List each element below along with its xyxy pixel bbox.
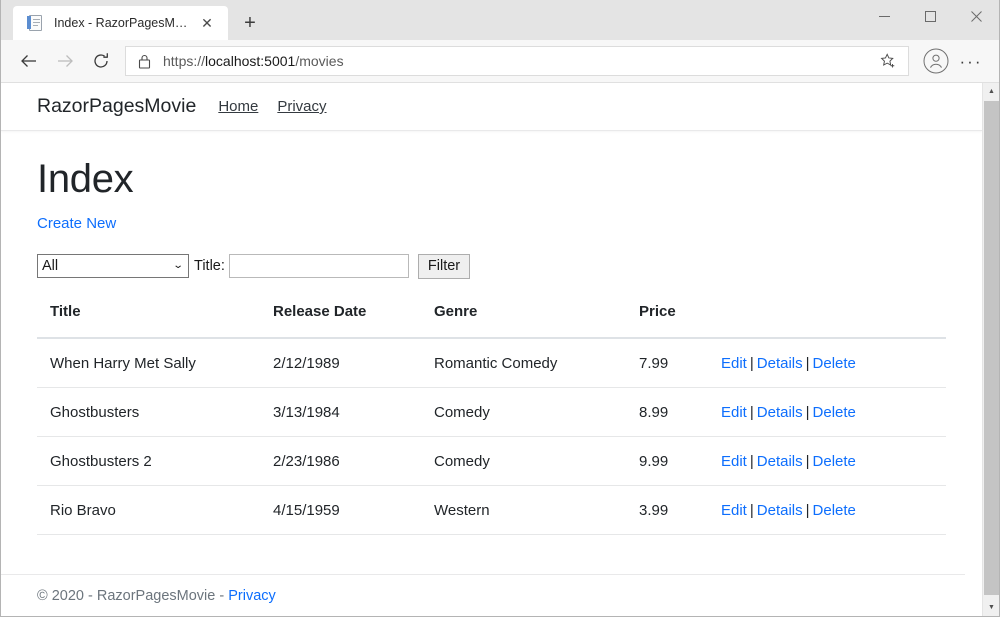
- filter-button[interactable]: Filter: [418, 254, 470, 279]
- scroll-down-arrow-icon[interactable]: ▼: [983, 599, 999, 616]
- cell-price: 8.99: [639, 388, 721, 437]
- action-separator: |: [803, 502, 813, 519]
- delete-link[interactable]: Delete: [813, 453, 856, 470]
- delete-link[interactable]: Delete: [813, 355, 856, 372]
- cell-release-date: 3/13/1984: [273, 388, 434, 437]
- table-row: Ghostbusters 3/13/1984 Comedy 8.99 Edit|…: [37, 388, 946, 437]
- address-bar[interactable]: https://localhost:5001/movies: [125, 46, 909, 76]
- action-separator: |: [747, 404, 757, 421]
- page-title: Index: [37, 157, 946, 201]
- column-header-release-date: Release Date: [273, 303, 434, 338]
- lock-icon: [138, 54, 151, 69]
- action-separator: |: [747, 355, 757, 372]
- new-tab-button[interactable]: +: [232, 6, 268, 40]
- tab-title: Index - RazorPagesMovie: [54, 16, 194, 30]
- cell-actions: Edit|Details|Delete: [721, 486, 946, 535]
- cell-release-date: 4/15/1959: [273, 486, 434, 535]
- column-header-actions: [721, 303, 946, 338]
- create-new-link[interactable]: Create New: [37, 215, 116, 232]
- web-page: RazorPagesMovie Home Privacy Index Creat…: [1, 83, 982, 616]
- footer-privacy-link[interactable]: Privacy: [228, 588, 276, 604]
- brand-link[interactable]: RazorPagesMovie: [37, 95, 196, 118]
- close-icon[interactable]: [953, 0, 999, 32]
- cell-actions: Edit|Details|Delete: [721, 388, 946, 437]
- cell-actions: Edit|Details|Delete: [721, 338, 946, 388]
- action-separator: |: [803, 404, 813, 421]
- table-header-row: Title Release Date Genre Price: [37, 303, 946, 338]
- browser-toolbar: https://localhost:5001/movies ···: [1, 40, 999, 83]
- column-header-price: Price: [639, 303, 721, 338]
- details-link[interactable]: Details: [757, 502, 803, 519]
- cell-title: Ghostbusters: [37, 388, 273, 437]
- scrollbar-thumb[interactable]: [984, 101, 999, 595]
- cell-genre: Romantic Comedy: [434, 338, 639, 388]
- chevron-down-icon: ⌄: [172, 261, 183, 271]
- details-link[interactable]: Details: [757, 404, 803, 421]
- cell-release-date: 2/23/1986: [273, 437, 434, 486]
- page-viewport: RazorPagesMovie Home Privacy Index Creat…: [1, 83, 999, 616]
- delete-link[interactable]: Delete: [813, 502, 856, 519]
- table-row: Ghostbusters 2 2/23/1986 Comedy 9.99 Edi…: [37, 437, 946, 486]
- edit-link[interactable]: Edit: [721, 453, 747, 470]
- close-tab-icon[interactable]: ✕: [194, 10, 220, 36]
- cell-genre: Western: [434, 486, 639, 535]
- edit-link[interactable]: Edit: [721, 502, 747, 519]
- browser-titlebar: Index - RazorPagesMovie ✕ +: [1, 0, 999, 40]
- cell-genre: Comedy: [434, 437, 639, 486]
- site-footer: © 2020 - RazorPagesMovie - Privacy: [1, 574, 965, 616]
- cell-actions: Edit|Details|Delete: [721, 437, 946, 486]
- nav-link-home[interactable]: Home: [218, 98, 258, 115]
- cell-price: 7.99: [639, 338, 721, 388]
- maximize-icon[interactable]: [907, 0, 953, 32]
- navbar-links: Home Privacy: [218, 98, 326, 115]
- action-separator: |: [803, 355, 813, 372]
- table-row: When Harry Met Sally 2/12/1989 Romantic …: [37, 338, 946, 388]
- genre-select[interactable]: All ⌄: [37, 254, 189, 278]
- edit-link[interactable]: Edit: [721, 404, 747, 421]
- more-options-icon[interactable]: ···: [953, 44, 989, 78]
- main-content: Index Create New All ⌄ Title: Filter Tit…: [1, 157, 982, 535]
- nav-link-privacy[interactable]: Privacy: [277, 98, 326, 115]
- title-filter-label: Title:: [194, 258, 225, 274]
- cell-price: 9.99: [639, 437, 721, 486]
- action-separator: |: [747, 453, 757, 470]
- edit-link[interactable]: Edit: [721, 355, 747, 372]
- back-arrow-icon[interactable]: [11, 43, 47, 79]
- column-header-genre: Genre: [434, 303, 639, 338]
- browser-tab[interactable]: Index - RazorPagesMovie ✕: [13, 6, 228, 40]
- action-separator: |: [803, 453, 813, 470]
- filter-form: All ⌄ Title: Filter: [37, 254, 946, 278]
- cell-title: When Harry Met Sally: [37, 338, 273, 388]
- column-header-title: Title: [37, 303, 273, 338]
- refresh-icon[interactable]: [83, 43, 119, 79]
- vertical-scrollbar[interactable]: ▲ ▼: [982, 83, 999, 616]
- cell-genre: Comedy: [434, 388, 639, 437]
- site-navbar: RazorPagesMovie Home Privacy: [1, 83, 982, 131]
- table-row: Rio Bravo 4/15/1959 Western 3.99 Edit|De…: [37, 486, 946, 535]
- page-icon: [27, 15, 43, 31]
- person-icon[interactable]: [919, 44, 953, 78]
- title-search-input[interactable]: [229, 254, 409, 278]
- details-link[interactable]: Details: [757, 453, 803, 470]
- table-head: Title Release Date Genre Price: [37, 303, 946, 338]
- footer-text: © 2020 - RazorPagesMovie - Privacy: [37, 588, 276, 604]
- window-controls: [861, 0, 999, 32]
- delete-link[interactable]: Delete: [813, 404, 856, 421]
- details-link[interactable]: Details: [757, 355, 803, 372]
- table-body: When Harry Met Sally 2/12/1989 Romantic …: [37, 338, 946, 535]
- footer-copyright: © 2020 - RazorPagesMovie -: [37, 588, 228, 604]
- movies-table: Title Release Date Genre Price When Harr…: [37, 303, 946, 535]
- cell-price: 3.99: [639, 486, 721, 535]
- minimize-icon[interactable]: [861, 0, 907, 32]
- cell-release-date: 2/12/1989: [273, 338, 434, 388]
- forward-arrow-icon[interactable]: [47, 43, 83, 79]
- genre-select-value: All: [42, 259, 58, 274]
- scroll-up-arrow-icon[interactable]: ▲: [983, 83, 999, 100]
- action-separator: |: [747, 502, 757, 519]
- browser-window: Index - RazorPagesMovie ✕ +: [0, 0, 1000, 617]
- cell-title: Ghostbusters 2: [37, 437, 273, 486]
- url-text: https://localhost:5001/movies: [163, 53, 874, 69]
- star-add-icon[interactable]: [874, 47, 902, 75]
- cell-title: Rio Bravo: [37, 486, 273, 535]
